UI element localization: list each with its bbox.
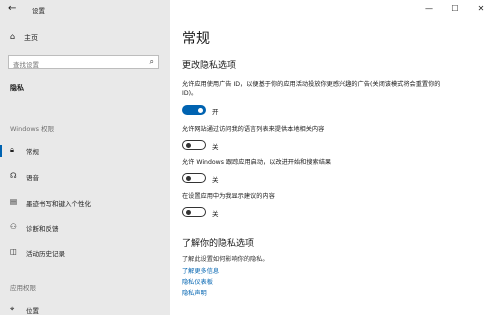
option-description: 允许 Windows 跟踪应用启动，以改进开始和搜索结果 (182, 159, 332, 166)
toggle-knob (185, 142, 191, 148)
privacy-statement-link[interactable]: 隐私声明 (182, 288, 207, 297)
toggle-state-label: 关 (212, 143, 219, 151)
back-button[interactable]: ← (8, 3, 16, 14)
toggle-state-label: 开 (212, 108, 219, 116)
sidebar-item-label: 诊断和反馈 (26, 225, 59, 233)
section-title: 更改隐私选项 (182, 61, 237, 71)
titlebar: ← 设置 (0, 0, 170, 18)
toggle-knob (198, 107, 203, 113)
search-input[interactable]: 查找设置 ⌕ (8, 55, 159, 69)
ink-icon: ▤ (10, 197, 18, 206)
toggle-state-label: 关 (212, 210, 219, 218)
history-icon: ◫ (10, 247, 18, 256)
search-placeholder: 查找设置 (13, 60, 39, 69)
window-controls: — ☐ ✕ (416, 2, 494, 16)
option-description: 在设置应用中为我显示建议的内容 (182, 193, 275, 200)
learn-more-link[interactable]: 了解更多信息 (182, 266, 219, 275)
nav-home-label: 主页 (24, 34, 38, 42)
sidebar-section-title: 隐私 (10, 84, 24, 92)
privacy-dashboard-link[interactable]: 隐私仪表板 (182, 277, 213, 286)
sidebar-item-ink[interactable]: ▤ 墨迹书写和键入个性化 (0, 196, 170, 210)
sidebar-item-label: 位置 (26, 307, 39, 315)
toggle-knob (185, 175, 191, 181)
lock-icon: 🔒︎ (10, 145, 14, 154)
option-description: 允许网站通过访问我的语言列表来提供本地相关内容 (182, 126, 325, 133)
option-description: 允许应用使用广告 ID，以便基于你的应用活动投放你更感兴趣的广告(关闭该模式将会… (182, 81, 441, 97)
close-button[interactable]: ✕ (468, 2, 494, 16)
minimize-button[interactable]: — (416, 2, 442, 16)
maximize-button[interactable]: ☐ (442, 2, 468, 16)
ad-id-toggle[interactable] (182, 105, 206, 115)
group-label-windows: Windows 权限 (10, 125, 55, 133)
sidebar-item-diagnostics[interactable]: ⚇ 诊断和反馈 (0, 221, 170, 235)
speech-icon: ☊ (10, 171, 17, 180)
learn-section-title: 了解你的隐私选项 (182, 239, 255, 249)
sidebar-item-history[interactable]: ◫ 活动历史记录 (0, 246, 170, 260)
main-content: — ☐ ✕ 常规 更改隐私选项 允许应用使用广告 ID，以便基于你的应用活动投放… (170, 0, 500, 315)
sidebar-item-label: 活动历史记录 (26, 250, 65, 258)
sidebar-item-speech[interactable]: ☊ 语音 (0, 170, 170, 184)
nav-home[interactable]: ⌂ 主页 (0, 31, 170, 45)
language-list-toggle[interactable] (182, 140, 206, 150)
toggle-state-label: 关 (212, 176, 219, 184)
search-icon[interactable]: ⌕ (150, 57, 154, 67)
group-label-apps: 应用权限 (10, 284, 36, 292)
suggested-content-toggle[interactable] (182, 207, 206, 217)
home-icon: ⌂ (10, 32, 16, 41)
toggle-knob (185, 209, 191, 215)
learn-description: 了解此设置如何影响你的隐私。 (182, 256, 269, 263)
sidebar-item-label: 语音 (26, 174, 39, 182)
app-launch-tracking-toggle[interactable] (182, 173, 206, 183)
feedback-icon: ⚇ (10, 222, 17, 231)
location-icon: ⌖ (10, 304, 15, 313)
sidebar-item-general[interactable]: 🔒︎ 常规 (0, 144, 170, 158)
page-title: 常规 (182, 31, 210, 47)
sidebar: ← 设置 ⌂ 主页 查找设置 ⌕ 隐私 Windows 权限 🔒︎ 常规 ☊ 语… (0, 0, 170, 315)
sidebar-item-label: 常规 (26, 148, 39, 156)
sidebar-item-label: 墨迹书写和键入个性化 (26, 200, 91, 208)
app-title: 设置 (32, 7, 45, 15)
